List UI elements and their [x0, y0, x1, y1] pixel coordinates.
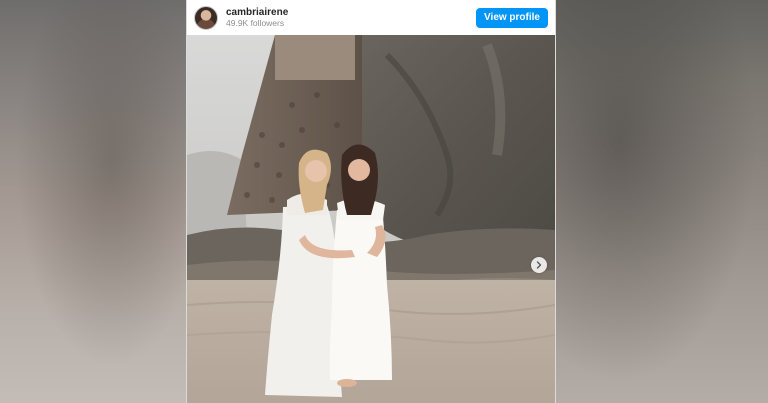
user-info: cambriairene 49.9K followers — [226, 7, 288, 28]
post-photo[interactable] — [187, 35, 555, 403]
beach-photo-illustration — [187, 35, 555, 403]
carousel-next-button[interactable] — [531, 257, 547, 273]
avatar[interactable] — [194, 5, 218, 30]
page: cambriairene 49.9K followers View profil… — [0, 0, 768, 403]
instagram-embed: cambriairene 49.9K followers View profil… — [186, 0, 556, 403]
username[interactable]: cambriairene — [226, 7, 288, 18]
blurred-background-right — [556, 0, 768, 403]
chevron-right-icon — [536, 261, 542, 269]
view-profile-button[interactable]: View profile — [476, 7, 548, 28]
embed-header: cambriairene 49.9K followers View profil… — [187, 0, 555, 35]
follower-count: 49.9K followers — [226, 17, 285, 28]
blurred-background-left — [0, 0, 186, 403]
